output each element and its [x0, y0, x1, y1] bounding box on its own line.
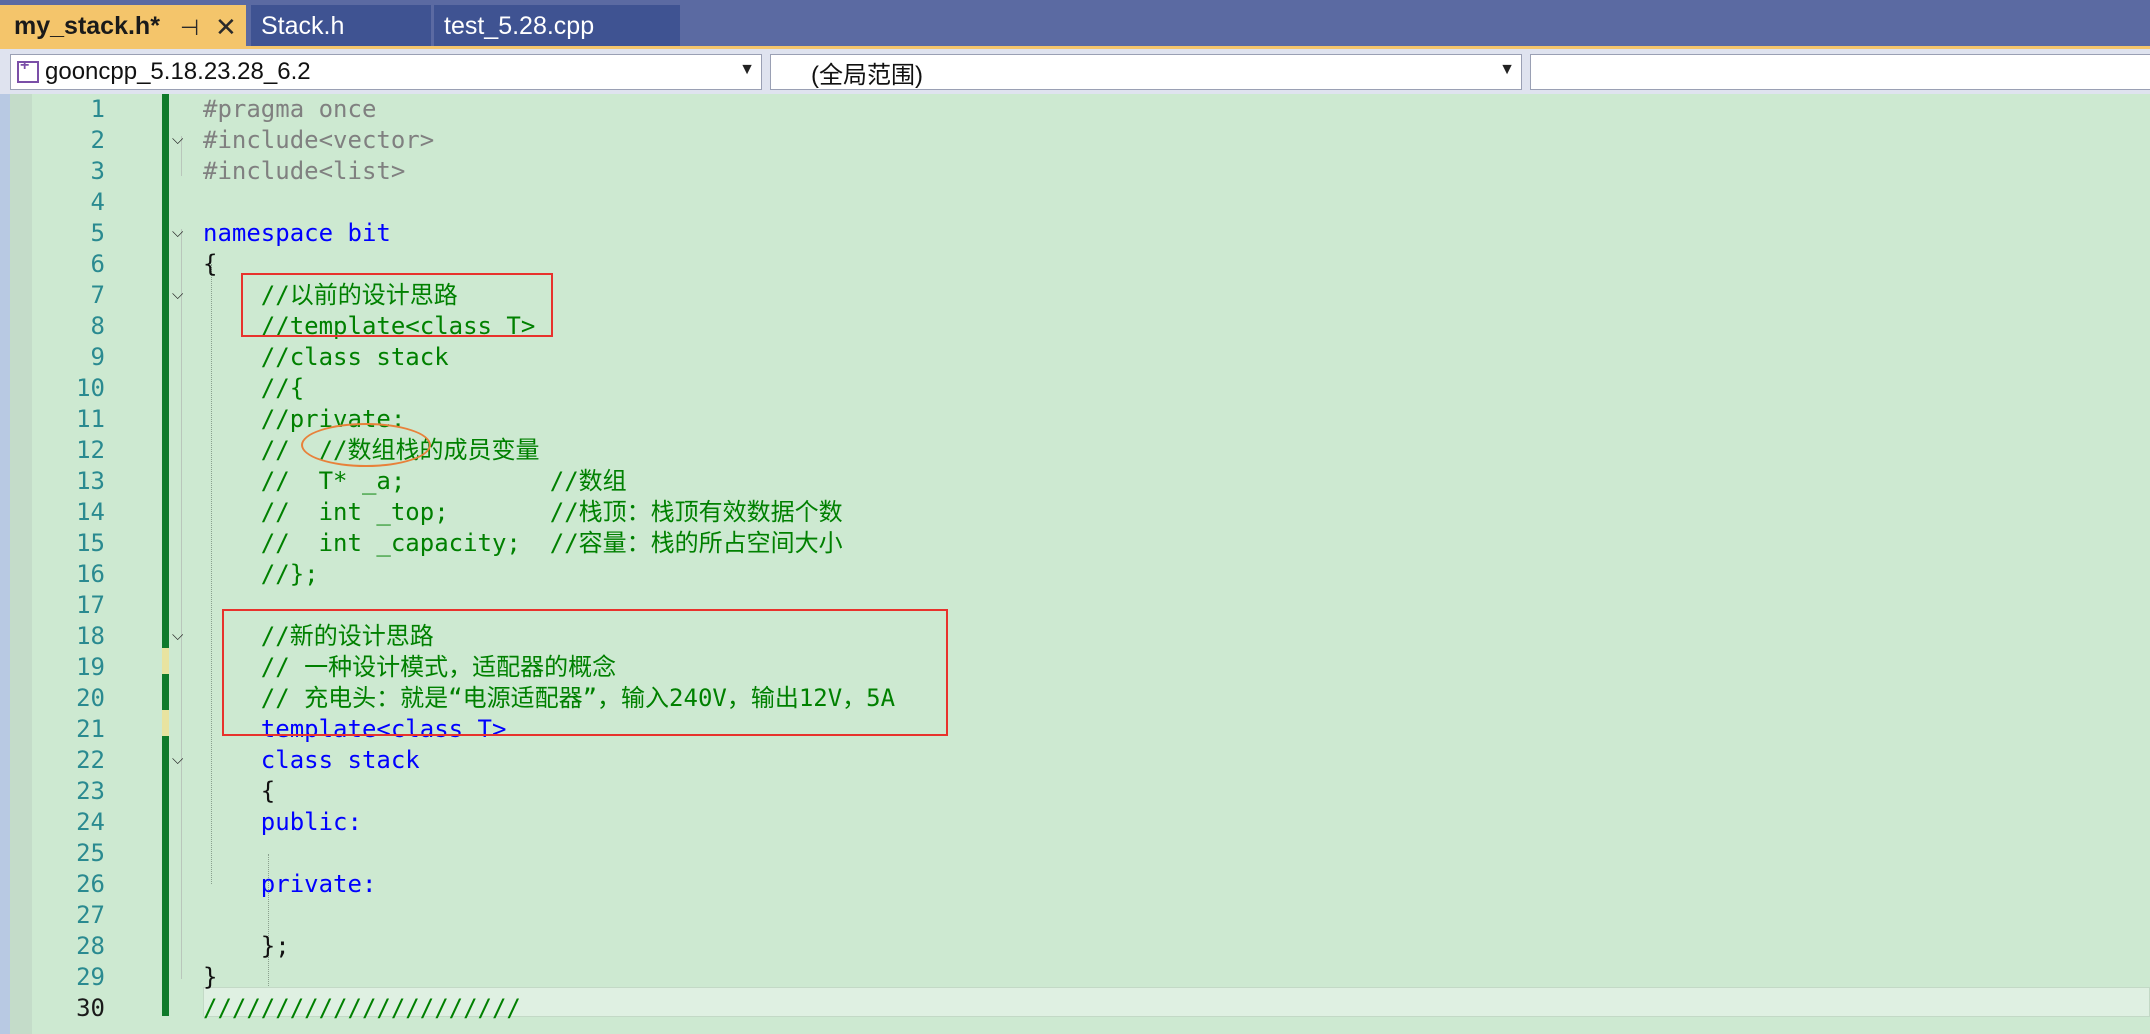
- code-line: 15 // int _capacity; //容量：栈的所占空间大小: [0, 528, 2150, 559]
- code-line: 10 //{: [0, 373, 2150, 404]
- tab-label: test_5.28.cpp: [444, 12, 595, 40]
- code-line: 2 ⌵ #include<vector>: [0, 125, 2150, 156]
- project-icon: [17, 57, 39, 83]
- scope-dropdown[interactable]: (全局范围) ▼: [770, 54, 1522, 90]
- line-number: 18: [76, 622, 105, 650]
- code-line: 14 // int _top; //栈顶：栈顶有效数据个数: [0, 497, 2150, 528]
- code-editor[interactable]: 1 #pragma once 2 ⌵ #include<vector> 3 #i…: [0, 94, 2150, 1034]
- code-line: 22 ⌵ class stack: [0, 745, 2150, 776]
- code-text[interactable]: //{: [203, 373, 304, 404]
- annotation-orange-ellipse: [301, 423, 431, 467]
- code-text[interactable]: public:: [203, 807, 362, 838]
- line-number: 3: [90, 157, 105, 185]
- tab-my-stack-h[interactable]: my_stack.h* ⊣ ✕: [0, 5, 246, 48]
- line-number: 11: [76, 405, 105, 433]
- code-text[interactable]: //};: [203, 559, 319, 590]
- code-line: 30 //////////////////////: [0, 993, 2150, 1024]
- close-icon[interactable]: ✕: [215, 12, 237, 43]
- code-text[interactable]: namespace bit: [203, 218, 391, 249]
- fold-toggle-icon[interactable]: ⌵: [172, 132, 186, 147]
- tab-stack-h[interactable]: Stack.h: [251, 5, 431, 48]
- line-number: 28: [76, 932, 105, 960]
- line-number: 8: [90, 312, 105, 340]
- line-number: 21: [76, 715, 105, 743]
- navigation-bar: gooncpp_5.18.23.28_6.2 ▼ (全局范围) ▼: [0, 49, 2150, 94]
- code-text[interactable]: #include<list>: [203, 156, 405, 187]
- chevron-down-icon[interactable]: ▼: [739, 61, 755, 79]
- code-line: 28 };: [0, 931, 2150, 962]
- code-line: 25: [0, 838, 2150, 869]
- annotation-red-box-new-design: [222, 609, 948, 736]
- code-text[interactable]: // int _capacity; //容量：栈的所占空间大小: [203, 528, 843, 559]
- code-text[interactable]: };: [203, 931, 290, 962]
- code-text[interactable]: //////////////////////: [203, 993, 521, 1024]
- member-dropdown[interactable]: [1530, 54, 2150, 90]
- code-line: 23 {: [0, 776, 2150, 807]
- code-text[interactable]: private:: [203, 869, 377, 900]
- code-line: 9 //class stack: [0, 342, 2150, 373]
- code-text[interactable]: class stack: [203, 745, 420, 776]
- code-text[interactable]: {: [203, 249, 217, 280]
- code-line: 4: [0, 187, 2150, 218]
- code-line: 1 #pragma once: [0, 94, 2150, 125]
- line-number: 17: [76, 591, 105, 619]
- code-line: 29 }: [0, 962, 2150, 993]
- line-number: 13: [76, 467, 105, 495]
- code-text[interactable]: // T* _a; //数组: [203, 466, 627, 497]
- line-number: 30: [76, 994, 105, 1022]
- line-number: 27: [76, 901, 105, 929]
- tab-test-5-28-cpp[interactable]: test_5.28.cpp: [434, 5, 680, 48]
- line-number: 29: [76, 963, 105, 991]
- line-number: 1: [90, 95, 105, 123]
- line-number: 19: [76, 653, 105, 681]
- fold-toggle-icon[interactable]: ⌵: [172, 752, 186, 767]
- scope-name: (全局范围): [811, 61, 923, 89]
- line-number: 4: [90, 188, 105, 216]
- project-name: gooncpp_5.18.23.28_6.2: [45, 58, 311, 85]
- fold-toggle-icon[interactable]: ⌵: [172, 287, 186, 302]
- code-line: 3 #include<list>: [0, 156, 2150, 187]
- line-number: 22: [76, 746, 105, 774]
- line-number: 16: [76, 560, 105, 588]
- line-number: 10: [76, 374, 105, 402]
- line-number: 7: [90, 281, 105, 309]
- line-number: 5: [90, 219, 105, 247]
- code-line: 27: [0, 900, 2150, 931]
- code-text[interactable]: #include<vector>: [203, 125, 434, 156]
- annotation-red-box-old-design: [241, 273, 553, 337]
- code-line: 13 // T* _a; //数组: [0, 466, 2150, 497]
- line-number: 2: [90, 126, 105, 154]
- code-line: 26 private:: [0, 869, 2150, 900]
- code-text[interactable]: // int _top; //栈顶：栈顶有效数据个数: [203, 497, 843, 528]
- line-number: 20: [76, 684, 105, 712]
- code-line: 16 //};: [0, 559, 2150, 590]
- code-text[interactable]: #pragma once: [203, 94, 376, 125]
- line-number: 6: [90, 250, 105, 278]
- line-number: 26: [76, 870, 105, 898]
- line-number: 12: [76, 436, 105, 464]
- code-text[interactable]: {: [203, 776, 275, 807]
- document-tab-bar: my_stack.h* ⊣ ✕ Stack.h test_5.28.cpp: [0, 0, 2150, 49]
- line-number: 9: [90, 343, 105, 371]
- pin-icon[interactable]: ⊣: [180, 15, 199, 41]
- line-number: 23: [76, 777, 105, 805]
- fold-toggle-icon[interactable]: ⌵: [172, 628, 186, 643]
- line-number: 24: [76, 808, 105, 836]
- code-line: 5 ⌵ namespace bit: [0, 218, 2150, 249]
- line-number: 25: [76, 839, 105, 867]
- tab-label: my_stack.h*: [14, 12, 160, 40]
- line-number: 14: [76, 498, 105, 526]
- fold-toggle-icon[interactable]: ⌵: [172, 225, 186, 240]
- code-text[interactable]: }: [203, 962, 217, 993]
- chevron-down-icon[interactable]: ▼: [1499, 61, 1515, 79]
- line-number: 15: [76, 529, 105, 557]
- code-line: 24 public:: [0, 807, 2150, 838]
- project-dropdown[interactable]: gooncpp_5.18.23.28_6.2 ▼: [10, 54, 762, 90]
- tab-label: Stack.h: [261, 12, 345, 40]
- code-text[interactable]: //class stack: [203, 342, 449, 373]
